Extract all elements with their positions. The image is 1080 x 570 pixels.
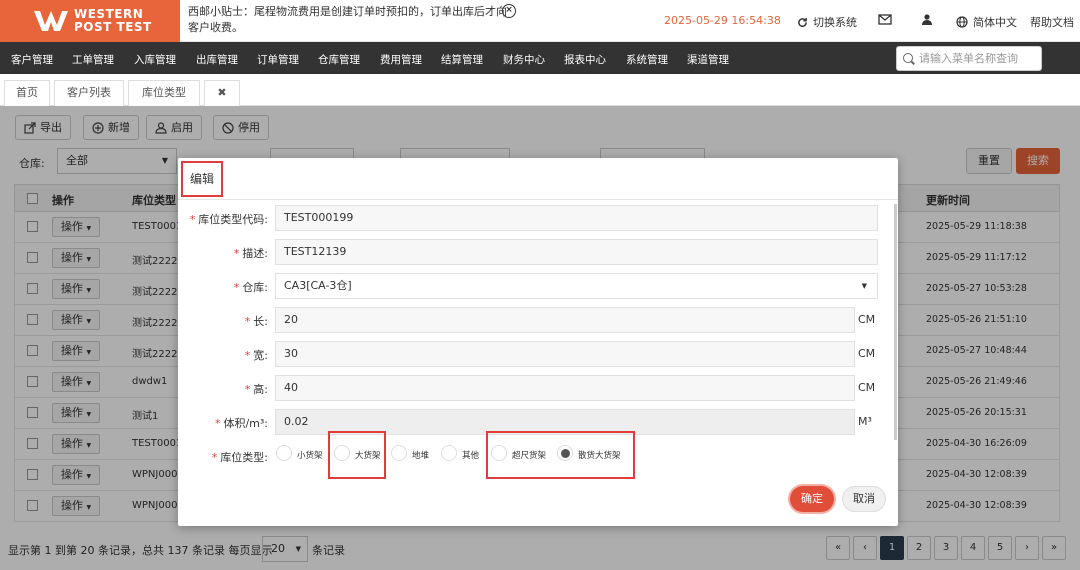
field-label-code: * 库位类型代码:	[189, 213, 268, 226]
mail-icon	[878, 14, 892, 25]
tip-close-icon[interactable]: ×	[502, 4, 516, 18]
field-label-code-text: 库位类型代码:	[198, 213, 268, 226]
field-label-volume-text: 体积/m³:	[223, 417, 268, 430]
cancel-button[interactable]: 取消	[842, 486, 886, 512]
user-button[interactable]	[922, 14, 932, 25]
menu-search-input[interactable]: 请输入菜单名称查询	[896, 46, 1042, 71]
switch-system-button[interactable]: 切换系统	[797, 14, 857, 30]
tab-customer-list[interactable]: 客户列表	[54, 80, 124, 106]
location-type-code-input[interactable]: TEST000199	[275, 205, 878, 231]
language-button[interactable]: 简体中文	[956, 14, 1017, 30]
logo-w-icon	[34, 11, 68, 31]
field-label-warehouse: * 仓库:	[233, 281, 268, 294]
tab-home-label: 首页	[16, 86, 38, 99]
help-link[interactable]: 帮助文档	[1030, 14, 1074, 30]
field-label-volume: * 体积/m³:	[214, 417, 268, 430]
logo-text-line2: POST TEST	[74, 20, 152, 34]
globe-icon	[956, 16, 968, 28]
height-unit: CM	[858, 381, 876, 394]
caret-down-icon: ▼	[861, 282, 867, 290]
width-input[interactable]: 30	[275, 341, 855, 367]
page-tabs: 首页 客户列表 ✖ 库位类型 ✖ ✖	[0, 80, 1080, 173]
switch-system-label: 切换系统	[813, 16, 857, 29]
warehouse-select[interactable]: CA3[CA-3仓] ▼	[275, 273, 878, 299]
tab-location-type-label: 库位类型	[142, 86, 186, 99]
tab-location-type[interactable]: 库位类型	[128, 80, 200, 106]
close-icon: ✖	[217, 86, 227, 99]
nav-item-channel[interactable]: 渠道管理	[687, 52, 729, 67]
search-icon	[903, 53, 913, 63]
field-label-height: * 高:	[244, 383, 268, 396]
nav-item-finance[interactable]: 财务中心	[503, 52, 545, 67]
field-label-desc: * 描述:	[233, 247, 268, 260]
refresh-icon	[798, 17, 807, 27]
mail-button[interactable]	[878, 14, 892, 25]
radio-floor-stack[interactable]	[391, 445, 407, 461]
height-input[interactable]: 40	[275, 375, 855, 401]
width-unit: CM	[858, 347, 876, 360]
field-label-height-text: 高:	[253, 383, 268, 396]
highlight-box-large-shelf	[328, 431, 386, 479]
radio-other-label: 其他	[462, 451, 480, 461]
tab-close-all[interactable]: ✖	[204, 80, 240, 106]
nav-item-inbound[interactable]: 入库管理	[134, 52, 176, 67]
field-label-length: * 长:	[244, 315, 268, 328]
confirm-button[interactable]: 确定	[790, 486, 834, 512]
radio-other[interactable]	[441, 445, 457, 461]
length-unit: CM	[858, 313, 876, 326]
volume-unit: M³	[858, 415, 872, 428]
menu-search-placeholder: 请输入菜单名称查询	[919, 52, 1018, 65]
dialog-title: 编辑	[181, 161, 223, 197]
logo: WESTERN POST TEST	[0, 0, 180, 42]
nav-item-settlement[interactable]: 结算管理	[441, 52, 483, 67]
datetime: 2025-05-29 16:54:38	[664, 14, 781, 27]
field-label-desc-text: 描述:	[242, 247, 268, 260]
nav-item-report[interactable]: 报表中心	[564, 52, 606, 67]
dialog-scrollbar[interactable]	[894, 204, 897, 440]
radio-small-shelf[interactable]	[276, 445, 292, 461]
field-label-type: * 库位类型:	[211, 451, 268, 464]
top-bar: WESTERN POST TEST 西邮小贴士：尾程物流费用是创建订单时预扣的，…	[0, 0, 1080, 42]
nav-item-warehouse[interactable]: 仓库管理	[318, 52, 360, 67]
nav-item-outbound[interactable]: 出库管理	[196, 52, 238, 67]
tab-home[interactable]: 首页	[4, 80, 50, 106]
field-label-length-text: 长:	[253, 315, 268, 328]
nav-item-order[interactable]: 订单管理	[257, 52, 299, 67]
tip-text: 西邮小贴士：尾程物流费用是创建订单时预扣的，订单出库后才向客户收费。	[188, 5, 507, 34]
tab-customer-list-label: 客户列表	[67, 86, 111, 99]
warehouse-select-value: CA3[CA-3仓]	[284, 279, 352, 292]
highlight-box-oversize-bulk	[486, 431, 635, 479]
field-label-width-text: 宽:	[253, 349, 268, 362]
nav-item-customer[interactable]: 客户管理	[11, 52, 53, 67]
field-label-width: * 宽:	[244, 349, 268, 362]
nav-item-system[interactable]: 系统管理	[626, 52, 668, 67]
radio-floor-stack-label: 地堆	[412, 451, 430, 461]
length-input[interactable]: 20	[275, 307, 855, 333]
edit-dialog: 编辑 * 库位类型代码: TEST000199 * 描述: TEST12139 * 仓…	[178, 158, 898, 526]
dialog-divider	[178, 199, 898, 200]
language-label: 简体中文	[973, 16, 1017, 29]
nav-item-fee[interactable]: 费用管理	[380, 52, 422, 67]
nav-item-workorder[interactable]: 工单管理	[72, 52, 114, 67]
field-label-type-text: 库位类型:	[220, 451, 268, 464]
description-input[interactable]: TEST12139	[275, 239, 878, 265]
user-icon	[922, 14, 932, 25]
radio-small-shelf-label: 小货架	[297, 451, 323, 461]
field-label-warehouse-text: 仓库:	[242, 281, 268, 294]
